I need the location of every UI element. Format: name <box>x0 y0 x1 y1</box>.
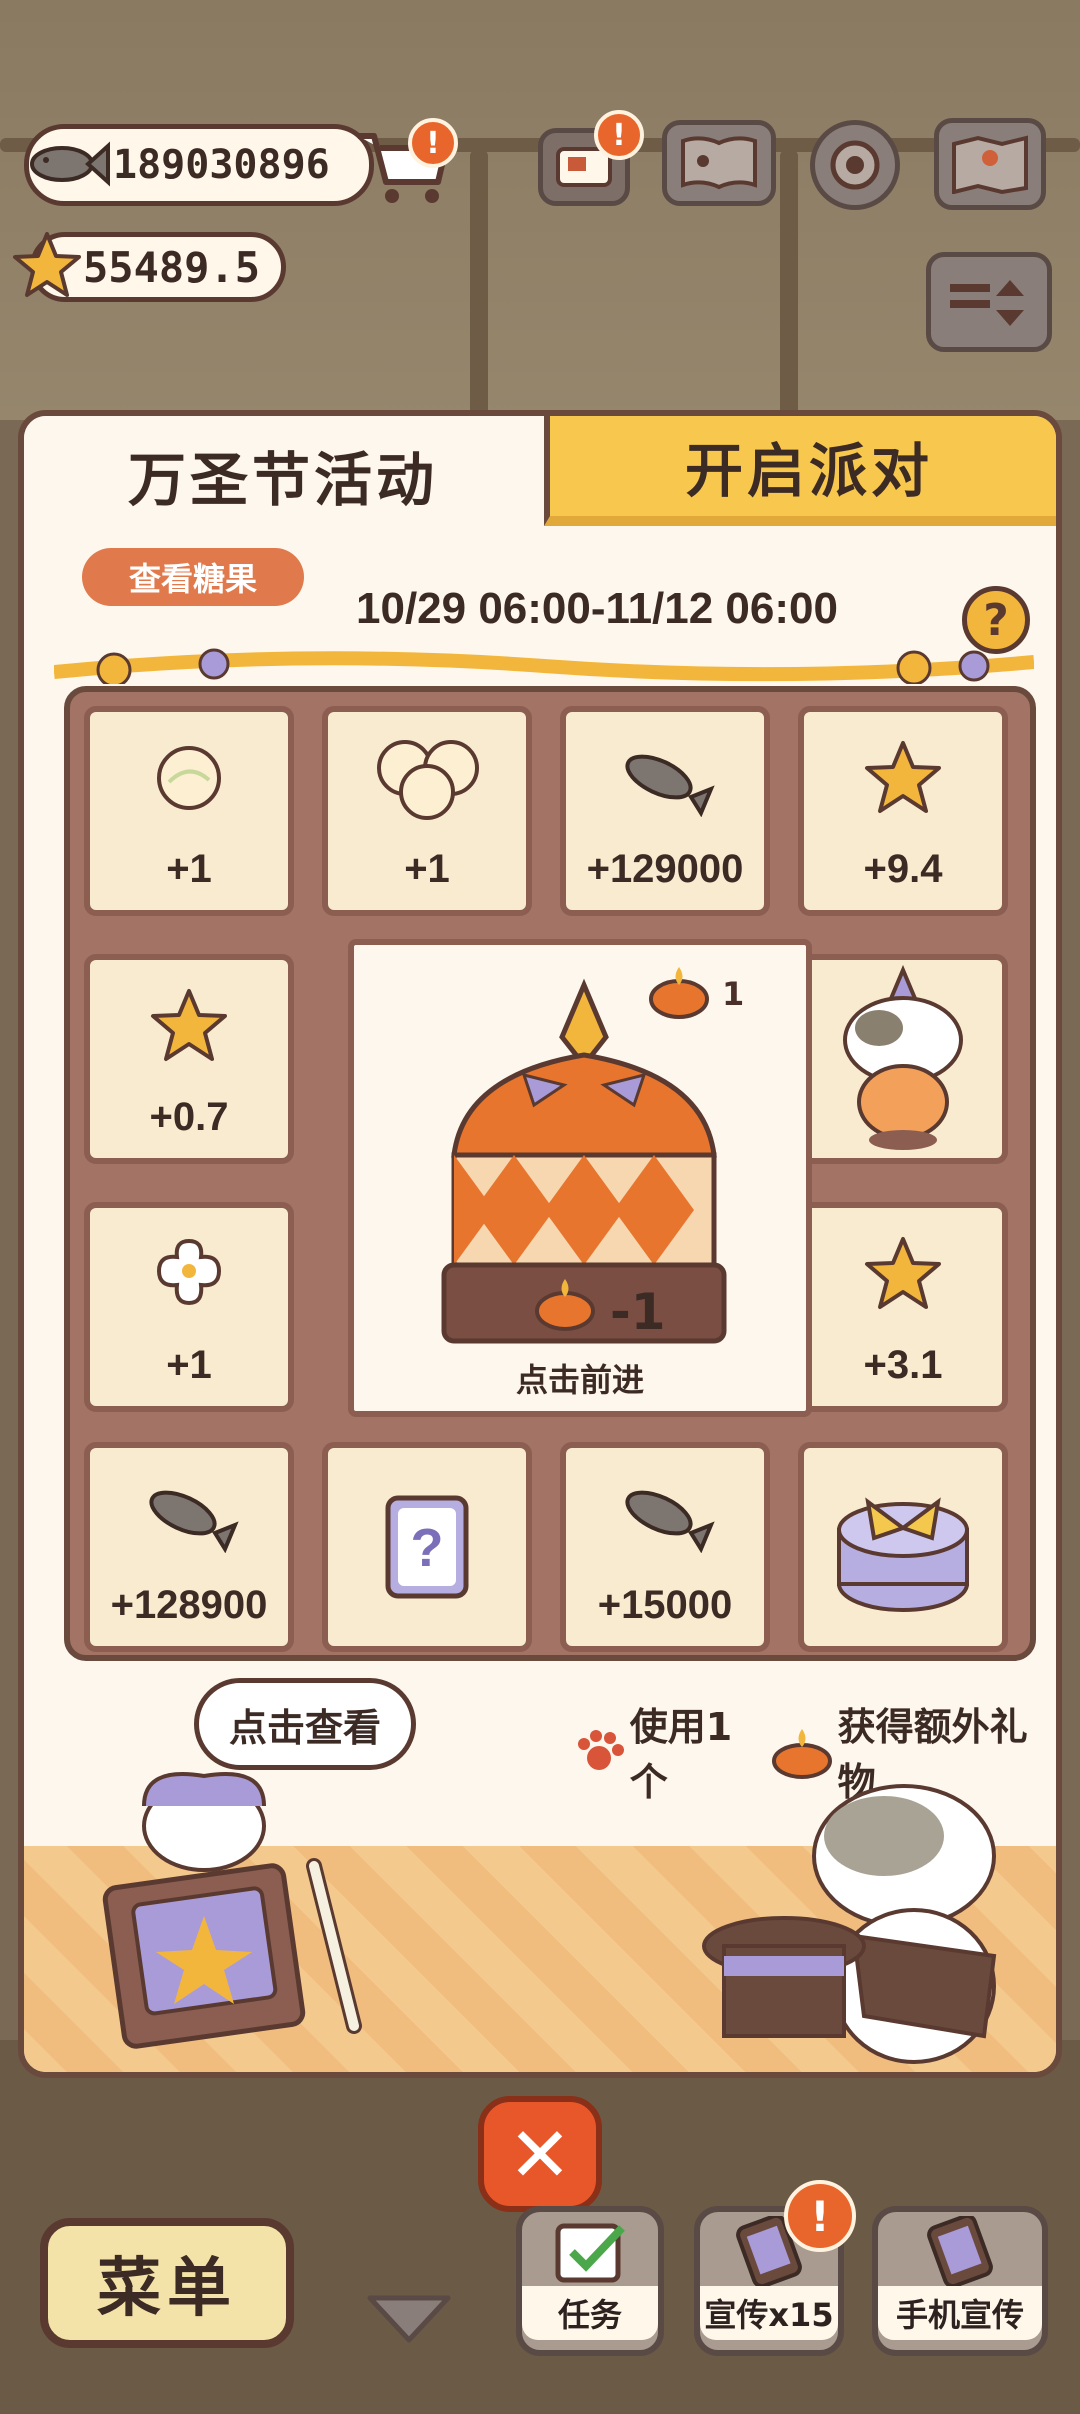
board-cell-player[interactable] <box>798 954 1008 1164</box>
candle-icon <box>535 1279 595 1331</box>
view-candy-button[interactable]: 查看糖果 <box>82 548 304 606</box>
star-icon <box>13 232 81 297</box>
settings-button[interactable] <box>810 120 900 210</box>
board-cell[interactable]: +1 <box>84 1202 294 1412</box>
close-panel-button[interactable]: ✕ <box>478 2096 602 2212</box>
sort-icon <box>950 280 1024 326</box>
board-cell[interactable]: +1 <box>84 706 294 916</box>
board-cell[interactable]: +129000 <box>560 706 770 916</box>
event-date-range: 10/29 06:00-11/12 06:00 <box>356 584 838 633</box>
board-cell-giftbox[interactable] <box>798 1442 1008 1652</box>
yarn-bundle-icon <box>377 739 479 820</box>
fish-icon <box>149 1490 239 1553</box>
cell-value: +15000 <box>597 1583 733 1627</box>
cell-value: +9.4 <box>863 847 943 891</box>
paw-icon <box>578 1730 624 1770</box>
flower-garland <box>54 648 1034 684</box>
phone-icon <box>927 2216 993 2286</box>
game-board: +1 +1 +129000 +9.4 +0.7 +1 +3.1 +128900 … <box>64 686 1036 1661</box>
cart-alert-badge: ! <box>408 118 458 168</box>
yarn-icon <box>157 745 221 810</box>
board-cell[interactable]: +1 <box>322 706 532 916</box>
star-icon <box>865 740 941 813</box>
board-cell[interactable]: +9.4 <box>798 706 1008 916</box>
task-button[interactable]: 任务 <box>516 2206 664 2356</box>
board-cell-mystery[interactable]: ? <box>322 1442 532 1652</box>
sort-toggle-button[interactable] <box>926 252 1052 352</box>
map-icon <box>952 135 1028 194</box>
support-post <box>470 150 488 420</box>
phone-promo-button[interactable]: 手机宣传 <box>872 2206 1048 2356</box>
board-cell[interactable]: +128900 <box>84 1442 294 1652</box>
chevron-down-icon[interactable] <box>364 2290 454 2346</box>
mail-alert-badge: ! <box>594 110 644 160</box>
star-icon <box>865 1236 941 1309</box>
advance-label: 点击前进 <box>515 1361 644 1399</box>
tab-halloween-event[interactable]: 万圣节活动 <box>24 416 542 534</box>
cell-value: +1 <box>166 1343 212 1387</box>
star-icon <box>151 988 227 1061</box>
magician-cat-icon[interactable] <box>694 1756 1034 2076</box>
menu-button[interactable]: 菜单 <box>40 2218 294 2348</box>
map-button[interactable] <box>934 118 1046 210</box>
cell-value: +0.7 <box>149 1095 229 1139</box>
jester-cat-icon[interactable] <box>84 1756 404 2066</box>
cell-value: +1 <box>404 847 450 891</box>
board-cell[interactable]: +0.7 <box>84 954 294 1164</box>
tab-start-party[interactable]: 开启派对 <box>544 416 1056 526</box>
promo-label: 宣传x15 <box>700 2286 838 2340</box>
book-icon <box>681 136 757 190</box>
fish-count: 189030896 <box>113 142 330 188</box>
cell-value: +1 <box>166 847 212 891</box>
party-cat-icon <box>843 964 963 1150</box>
bone-icon <box>156 1238 222 1305</box>
fish-icon <box>625 1490 715 1553</box>
task-label: 任务 <box>522 2286 658 2340</box>
fish-icon <box>30 141 110 187</box>
candle-cost: -1 <box>610 1283 666 1341</box>
board-cell[interactable]: +3.1 <box>798 1202 1008 1412</box>
checklist-icon <box>555 2223 625 2283</box>
fish-icon <box>625 754 715 817</box>
halloween-event-panel: 万圣节活动 开启派对 查看糖果 10/29 06:00-11/12 06:00 … <box>18 410 1062 2078</box>
cell-value: +3.1 <box>863 1343 943 1387</box>
gear-icon <box>830 140 880 190</box>
catbook-button[interactable] <box>662 120 776 206</box>
advance-tent-button[interactable]: 1 -1 点击前进 <box>348 939 812 1417</box>
support-post <box>780 150 798 420</box>
mystery-card-icon: ? <box>385 1495 469 1599</box>
cell-value: +128900 <box>110 1583 268 1627</box>
background-scene <box>0 0 1080 420</box>
gift-box-icon <box>837 1497 969 1612</box>
star-count: 55489.5 <box>83 242 261 292</box>
promo-alert-badge: ! <box>784 2180 856 2252</box>
cell-value: +129000 <box>586 847 744 891</box>
board-cell[interactable]: +15000 <box>560 1442 770 1652</box>
phone-promo-label: 手机宣传 <box>878 2286 1042 2340</box>
mystery-mark: ? <box>411 1518 444 1578</box>
